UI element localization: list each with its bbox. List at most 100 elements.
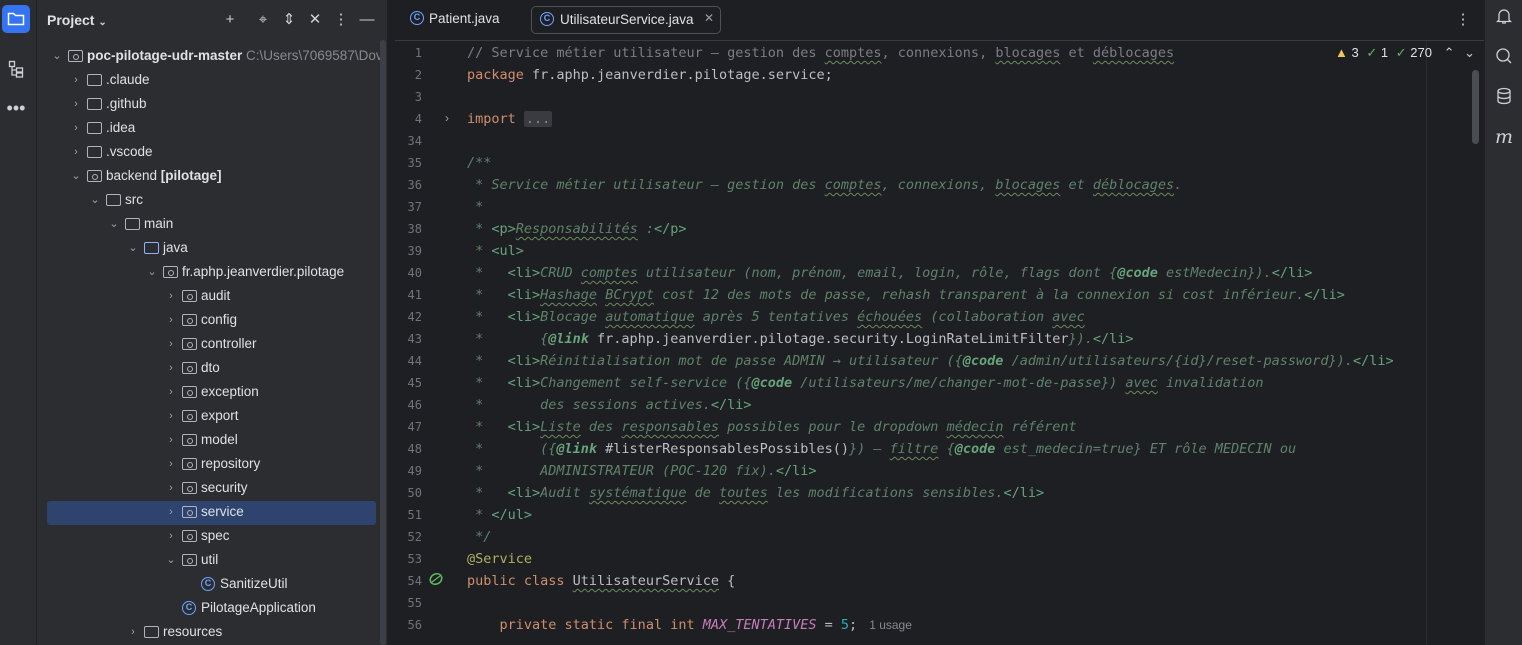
project-panel-title[interactable]: Project ⌄ bbox=[47, 12, 107, 28]
chevron-down-icon[interactable]: ⌄ bbox=[69, 169, 83, 183]
folder-icon bbox=[125, 218, 140, 230]
tree-item-name: resources bbox=[163, 624, 223, 639]
code-token: </li> bbox=[1271, 265, 1313, 281]
chevron-right-icon[interactable]: › bbox=[164, 313, 178, 327]
code-line: * <li>Liste des responsables possibles p… bbox=[467, 416, 1077, 438]
code-token: les modifications sensibles. bbox=[767, 485, 1004, 501]
tree-item[interactable]: C SanitizeUtil bbox=[47, 573, 376, 597]
chevron-down-icon[interactable]: ⌄ bbox=[145, 265, 159, 279]
tree-item[interactable]: › .idea bbox=[47, 117, 376, 141]
tree-item[interactable]: ⌄ util bbox=[47, 549, 376, 573]
minimize-icon[interactable]: — bbox=[357, 10, 377, 30]
chevron-right-icon[interactable]: › bbox=[164, 361, 178, 375]
more-vertical-icon[interactable]: ⋮ bbox=[331, 10, 351, 30]
code-token: fr.aphp.jeanverdier.pilotage.service; bbox=[532, 67, 833, 83]
chevron-right-icon[interactable]: › bbox=[164, 433, 178, 447]
chevron-right-icon[interactable]: › bbox=[164, 457, 178, 471]
chevron-right-icon[interactable]: › bbox=[164, 505, 178, 519]
project-tool-button[interactable] bbox=[2, 5, 30, 33]
tree-item[interactable]: › exception bbox=[47, 381, 376, 405]
line-number: 39 bbox=[407, 244, 422, 258]
maven-icon[interactable]: m bbox=[1493, 126, 1515, 148]
chevron-right-icon[interactable]: › bbox=[164, 481, 178, 495]
tree-item[interactable]: › resources bbox=[47, 621, 376, 645]
tree-item[interactable]: › audit bbox=[47, 285, 376, 309]
tab-utilisateurservice-java[interactable]: C UtilisateurService.java ✕ bbox=[531, 6, 721, 34]
more-tools-button[interactable]: ••• bbox=[2, 94, 30, 122]
tree-item[interactable]: › controller bbox=[47, 333, 376, 357]
code-token: * bbox=[467, 309, 508, 325]
chevron-right-icon[interactable]: › bbox=[69, 97, 83, 111]
tree-item[interactable]: › repository bbox=[47, 453, 376, 477]
chevron-right-icon[interactable]: › bbox=[164, 409, 178, 423]
chevron-down-icon[interactable]: ⌄ bbox=[164, 553, 178, 567]
code-view[interactable]: // Service métier utilisateur — gestion … bbox=[467, 41, 1467, 645]
ai-chat-icon[interactable] bbox=[1493, 47, 1515, 69]
chevron-right-icon[interactable]: › bbox=[164, 385, 178, 399]
tree-item-label: PilotageApplication bbox=[201, 600, 316, 615]
tree-item[interactable]: ⌄ fr.aphp.jeanverdier.pilotage bbox=[47, 261, 376, 285]
tree-item[interactable]: › export bbox=[47, 405, 376, 429]
code-token: MAX_TENTATIVES bbox=[702, 617, 817, 633]
tab-label: Patient.java bbox=[429, 11, 500, 26]
tree-item[interactable]: › .vscode bbox=[47, 141, 376, 165]
fold-chevron-icon[interactable]: › bbox=[445, 111, 449, 125]
code-token: filtre bbox=[889, 441, 939, 457]
add-icon[interactable]: + bbox=[220, 10, 240, 30]
code-token: @Service bbox=[467, 551, 533, 567]
tree-item[interactable]: › model bbox=[47, 429, 376, 453]
tree-item[interactable]: › config bbox=[47, 309, 376, 333]
usage-inlay-hint[interactable]: 1 usage bbox=[869, 618, 912, 632]
tree-item-label: audit bbox=[201, 288, 230, 303]
chevron-right-icon[interactable]: › bbox=[69, 145, 83, 159]
chevron-right-icon[interactable]: › bbox=[69, 121, 83, 135]
collapse-all-icon[interactable]: ✕ bbox=[305, 10, 325, 30]
chevron-right-icon[interactable]: › bbox=[164, 289, 178, 303]
chevron-right-icon[interactable]: › bbox=[69, 73, 83, 87]
tree-item[interactable]: › dto bbox=[47, 357, 376, 381]
code-token: des bbox=[580, 419, 622, 435]
chevron-down-icon[interactable]: ⌄ bbox=[107, 217, 121, 231]
notifications-icon[interactable] bbox=[1493, 7, 1515, 29]
bean-gutter-icon[interactable] bbox=[428, 571, 444, 592]
tree-item[interactable]: ⌄ main bbox=[47, 213, 376, 237]
code-token: * bbox=[467, 265, 508, 281]
chevron-right-icon[interactable]: › bbox=[126, 625, 140, 639]
tree-item-name: config bbox=[201, 312, 238, 327]
tree-item[interactable]: ⌄ poc-pilotage-udr-master C:\Users\706958… bbox=[47, 45, 382, 69]
tree-item[interactable]: ⌄ backend [pilotage] bbox=[47, 165, 376, 189]
code-token: fr.aphp.jeanverdier.pilotage.security.Lo… bbox=[588, 331, 1069, 347]
tree-item[interactable]: C PilotageApplication bbox=[47, 597, 376, 621]
tree-item[interactable]: ⌄ src bbox=[47, 189, 376, 213]
structure-tool-button[interactable] bbox=[2, 55, 30, 83]
chevron-right-icon[interactable]: › bbox=[164, 337, 178, 351]
line-number: 41 bbox=[407, 288, 422, 302]
inspection-widget[interactable]: ▲ 3 ✓ 1 ✓ 270 ⌃ ⌄ bbox=[1335, 45, 1475, 63]
tree-item[interactable]: › .claude bbox=[47, 69, 376, 93]
tree-item[interactable]: › security bbox=[47, 477, 376, 501]
tree-item-name: dto bbox=[201, 360, 220, 375]
editor-scrollbar[interactable] bbox=[1472, 70, 1479, 144]
chevron-down-icon[interactable]: ⌄ bbox=[126, 241, 140, 255]
close-tab-icon[interactable]: ✕ bbox=[704, 11, 714, 25]
tree-item[interactable]: › .github bbox=[47, 93, 376, 117]
tab-options-icon[interactable]: ⋮ bbox=[1453, 10, 1473, 30]
database-icon[interactable] bbox=[1493, 87, 1515, 109]
chevron-down-icon[interactable]: ⌄ bbox=[88, 193, 102, 207]
project-panel: Project ⌄ + ⌖ ⇕ ✕ ⋮ — ⌄ poc-pilotage-udr-… bbox=[37, 0, 387, 645]
project-panel-scrollbar[interactable] bbox=[380, 40, 386, 645]
expand-all-icon[interactable]: ⇕ bbox=[279, 10, 299, 30]
previous-highlight-icon[interactable]: ⌃ bbox=[1444, 45, 1455, 60]
code-token: * { bbox=[467, 331, 549, 347]
tab-patient-java[interactable]: C Patient.java bbox=[403, 6, 523, 32]
tree-item[interactable]: ⌄ java bbox=[47, 237, 376, 261]
tree-item[interactable]: › service bbox=[47, 501, 376, 525]
locate-icon[interactable]: ⌖ bbox=[253, 10, 273, 30]
next-highlight-icon[interactable]: ⌄ bbox=[1464, 45, 1475, 60]
code-token: * bbox=[467, 507, 492, 523]
chevron-right-icon[interactable]: › bbox=[164, 529, 178, 543]
code-line: * Service métier utilisateur — gestion d… bbox=[467, 174, 1182, 196]
tree-item[interactable]: › spec bbox=[47, 525, 376, 549]
chevron-down-icon[interactable]: ⌄ bbox=[50, 49, 64, 63]
